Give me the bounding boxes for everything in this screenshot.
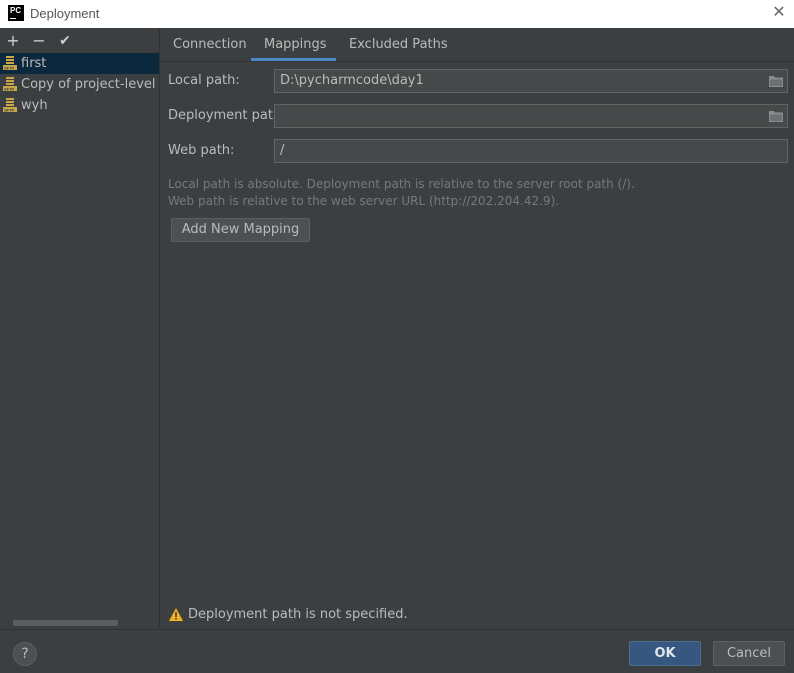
server-label: first: [21, 56, 47, 71]
warning-text: Deployment path is not specified.: [188, 607, 408, 622]
tab-excluded-paths[interactable]: Excluded Paths: [349, 37, 448, 52]
sftp-server-icon: SFTP: [3, 98, 17, 112]
add-new-mapping-button[interactable]: Add New Mapping: [171, 218, 310, 242]
server-label: wyh: [21, 98, 48, 113]
window-title: Deployment: [30, 6, 100, 21]
folder-icon[interactable]: [769, 75, 783, 87]
warning-icon: [169, 608, 183, 621]
tab-connection[interactable]: Connection: [173, 37, 247, 52]
local-path-label: Local path:: [168, 73, 240, 88]
ok-button[interactable]: OK: [629, 641, 701, 666]
server-list: SFTP first SFTP Copy of project-level se…: [0, 53, 159, 116]
server-item-copy[interactable]: SFTP Copy of project-level se: [0, 74, 159, 95]
server-toolbar: + − ✔: [0, 29, 159, 53]
svg-text:SFTP: SFTP: [4, 86, 15, 91]
hint-local-path: Local path is absolute. Deployment path …: [168, 177, 635, 191]
server-label: Copy of project-level se: [21, 77, 159, 92]
server-item-wyh[interactable]: SFTP wyh: [0, 95, 159, 116]
deployment-path-field[interactable]: [274, 104, 788, 128]
sftp-server-icon: SFTP: [3, 77, 17, 91]
web-path-value: /: [280, 143, 285, 158]
web-path-field[interactable]: /: [274, 139, 788, 163]
local-path-value: D:\pycharmcode\day1: [280, 73, 424, 88]
server-list-panel: + − ✔ SFTP first SFTP Copy of project-le…: [0, 29, 160, 628]
hint-web-path: Web path is relative to the web server U…: [168, 194, 560, 208]
folder-icon[interactable]: [769, 110, 783, 122]
title-bar: PC Deployment ✕: [0, 0, 794, 28]
svg-text:SFTP: SFTP: [4, 65, 15, 70]
server-item-first[interactable]: SFTP first: [0, 53, 159, 74]
pycharm-logo-icon: PC: [8, 5, 24, 21]
local-path-field[interactable]: D:\pycharmcode\day1: [274, 69, 788, 93]
web-path-label: Web path:: [168, 143, 235, 158]
tab-mappings[interactable]: Mappings: [264, 37, 327, 52]
help-button[interactable]: ?: [13, 642, 37, 666]
svg-text:SFTP: SFTP: [4, 107, 15, 112]
deployment-path-label: Deployment path:: [168, 108, 286, 123]
checkmark-icon[interactable]: ✔: [56, 31, 74, 51]
active-tab-indicator: [251, 58, 336, 61]
add-server-icon[interactable]: +: [4, 31, 22, 51]
horizontal-scrollbar[interactable]: [13, 620, 118, 626]
remove-server-icon[interactable]: −: [30, 31, 48, 51]
cancel-button[interactable]: Cancel: [713, 641, 785, 666]
close-icon[interactable]: ✕: [770, 3, 788, 23]
sftp-server-icon: SFTP: [3, 56, 17, 70]
